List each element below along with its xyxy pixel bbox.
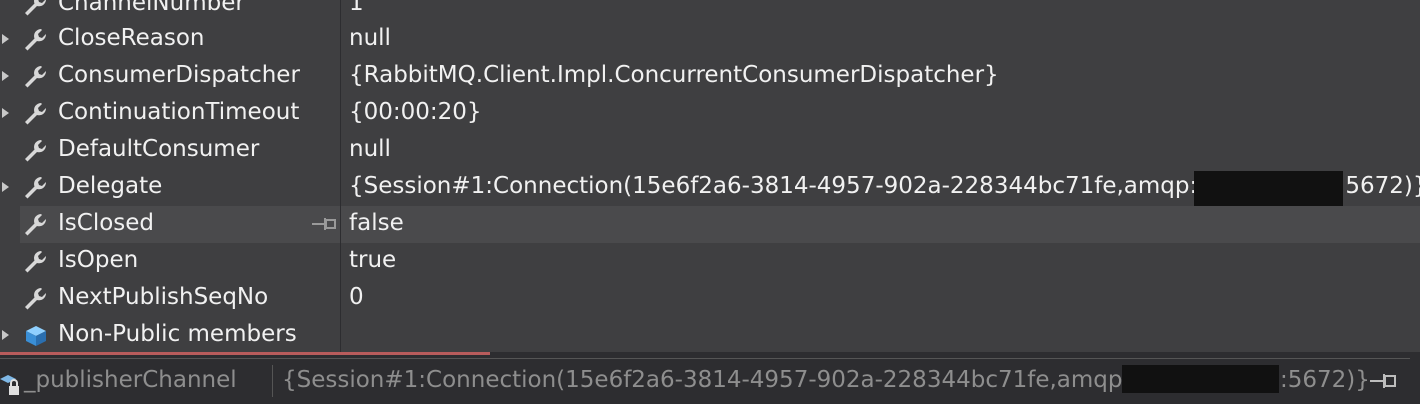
lock-icon	[0, 375, 19, 395]
pin-icon[interactable]	[312, 217, 336, 231]
row-non-public-members[interactable]: Non-Public members	[0, 317, 1420, 354]
row-is-open[interactable]: IsOpen true	[0, 243, 1420, 280]
property-value: 0	[349, 284, 364, 310]
row-close-reason[interactable]: CloseReason null	[0, 21, 1420, 58]
row-consumer-dispatcher[interactable]: ConsumerDispatcher {RabbitMQ.Client.Impl…	[0, 58, 1420, 95]
property-value: false	[349, 210, 404, 236]
redaction-box	[1194, 171, 1343, 206]
property-value: {00:00:20}	[349, 99, 482, 125]
parent-value-tail: :5672)}	[1280, 367, 1370, 393]
row-channel-number[interactable]: ChannelNumber 1	[0, 0, 1420, 23]
name-cell[interactable]: IsOpen	[20, 243, 340, 280]
separator	[272, 365, 273, 397]
wrench-icon	[25, 66, 47, 88]
wrench-icon	[25, 214, 47, 236]
parent-name: _publisherChannel	[24, 367, 237, 393]
property-name: ConsumerDispatcher	[58, 62, 300, 88]
wrench-icon	[25, 251, 47, 273]
property-value: true	[349, 247, 397, 273]
property-name: ContinuationTimeout	[58, 99, 300, 125]
property-name: IsOpen	[58, 247, 139, 273]
error-underline	[0, 352, 490, 355]
wrench-icon	[25, 288, 47, 310]
redaction-box	[1122, 365, 1279, 393]
name-cell[interactable]: IsClosed	[20, 206, 340, 243]
name-cell[interactable]: DefaultConsumer	[20, 132, 340, 169]
expander	[0, 206, 14, 243]
name-cell[interactable]: Delegate	[20, 169, 340, 206]
wrench-icon	[25, 29, 47, 51]
expand-arrow-icon[interactable]	[0, 95, 14, 132]
name-cell[interactable]: ConsumerDispatcher	[20, 58, 340, 95]
row-default-consumer[interactable]: DefaultConsumer null	[0, 132, 1420, 169]
cube-icon	[26, 326, 46, 346]
property-name: IsClosed	[58, 210, 155, 236]
value-cell[interactable]: {Session#1:Connection(15e6f2a6-3814-4957…	[341, 169, 1420, 206]
name-cell[interactable]: ContinuationTimeout	[20, 95, 340, 132]
row-delegate[interactable]: Delegate {Session#1:Connection(15e6f2a6-…	[0, 169, 1420, 206]
wrench-icon	[25, 177, 47, 199]
name-cell[interactable]: Non-Public members	[20, 317, 340, 354]
expander	[0, 243, 14, 280]
property-name: ChannelNumber	[58, 0, 245, 16]
expand-arrow-icon[interactable]	[0, 58, 14, 95]
expand-arrow-icon[interactable]	[0, 169, 14, 206]
property-name: DefaultConsumer	[58, 136, 260, 162]
wrench-icon	[25, 103, 47, 125]
expander	[0, 0, 14, 23]
expander	[0, 280, 14, 317]
expand-arrow-icon[interactable]	[0, 317, 14, 354]
row-next-publish-seq-no[interactable]: NextPublishSeqNo 0	[0, 280, 1420, 317]
property-name: NextPublishSeqNo	[58, 284, 269, 310]
row-is-closed[interactable]: IsClosed false	[0, 206, 1420, 243]
parent-value[interactable]: {Session#1:Connection(15e6f2a6-3814-4957…	[282, 367, 1146, 393]
property-value: 1	[349, 0, 364, 16]
property-name: Delegate	[58, 173, 163, 199]
expand-arrow-icon[interactable]	[0, 21, 14, 58]
row-continuation-timeout[interactable]: ContinuationTimeout {00:00:20}	[0, 95, 1420, 132]
wrench-icon	[25, 0, 46, 16]
pin-icon[interactable]	[1370, 373, 1396, 389]
parent-datatip-row[interactable]: _publisherChannel {Session#1:Connection(…	[0, 358, 1410, 403]
property-value: null	[349, 136, 391, 162]
property-name: Non-Public members	[58, 321, 297, 347]
wrench-icon	[25, 140, 47, 162]
name-cell[interactable]: CloseReason	[20, 21, 340, 58]
property-value: null	[349, 25, 391, 51]
name-cell[interactable]: ChannelNumber	[20, 0, 340, 23]
property-value: {RabbitMQ.Client.Impl.ConcurrentConsumer…	[349, 62, 999, 88]
property-name: CloseReason	[58, 25, 205, 51]
property-value: {Session#1:Connection(15e6f2a6-3814-4957…	[349, 173, 1228, 199]
expander	[0, 132, 14, 169]
value-cell[interactable]: false	[341, 206, 1420, 243]
name-cell[interactable]: NextPublishSeqNo	[20, 280, 340, 317]
